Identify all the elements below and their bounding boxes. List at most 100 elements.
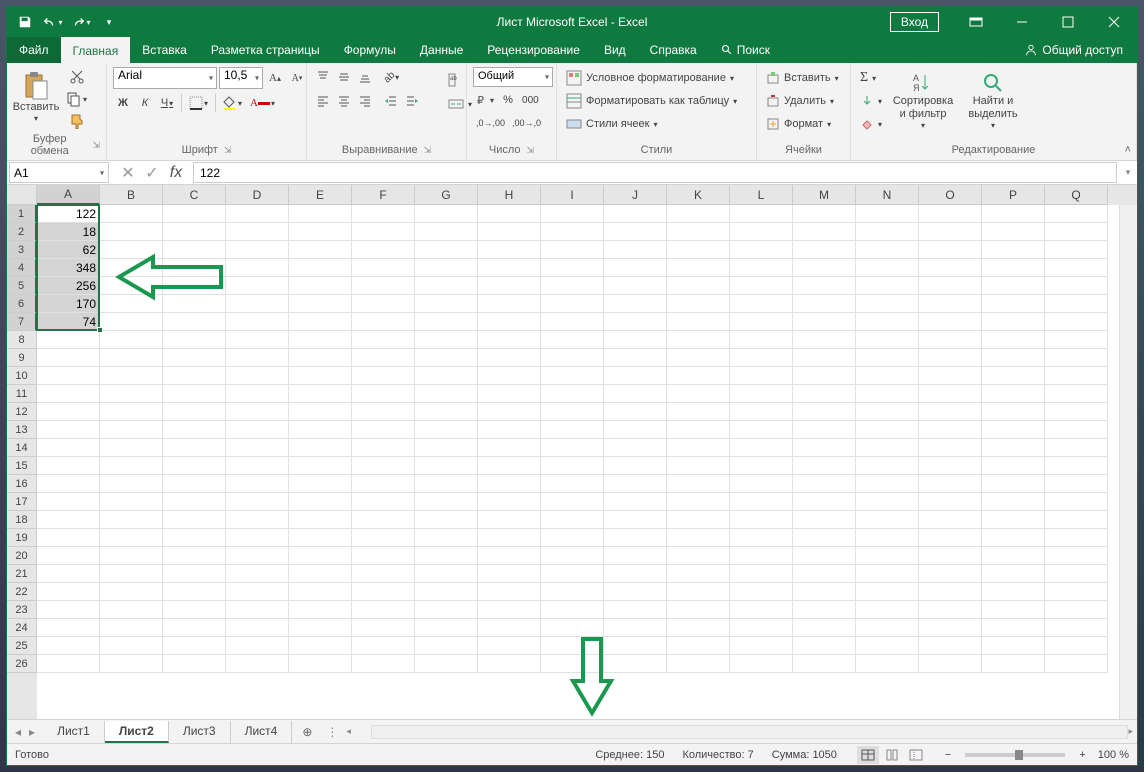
- select-all-corner[interactable]: [7, 185, 37, 205]
- cell-M11[interactable]: [793, 385, 856, 403]
- cell-O6[interactable]: [919, 295, 982, 313]
- cell-I4[interactable]: [541, 259, 604, 277]
- cell-A3[interactable]: 62: [37, 241, 100, 259]
- format-cells-button[interactable]: Формат▾: [763, 113, 834, 135]
- column-header-M[interactable]: M: [793, 185, 856, 205]
- enter-formula-button[interactable]: ✓: [141, 163, 163, 183]
- cell-M5[interactable]: [793, 277, 856, 295]
- cell-N18[interactable]: [856, 511, 919, 529]
- cell-C9[interactable]: [163, 349, 226, 367]
- cell-G6[interactable]: [415, 295, 478, 313]
- cell-D21[interactable]: [226, 565, 289, 583]
- cell-O4[interactable]: [919, 259, 982, 277]
- cell-P23[interactable]: [982, 601, 1045, 619]
- cell-A23[interactable]: [37, 601, 100, 619]
- cell-M4[interactable]: [793, 259, 856, 277]
- cell-N8[interactable]: [856, 331, 919, 349]
- cell-A15[interactable]: [37, 457, 100, 475]
- cell-A8[interactable]: [37, 331, 100, 349]
- cell-I19[interactable]: [541, 529, 604, 547]
- cell-F21[interactable]: [352, 565, 415, 583]
- cell-B20[interactable]: [100, 547, 163, 565]
- minimize-button[interactable]: [999, 7, 1045, 37]
- cell-F10[interactable]: [352, 367, 415, 385]
- cell-N5[interactable]: [856, 277, 919, 295]
- tab-search[interactable]: Поиск: [709, 37, 782, 63]
- tab-view[interactable]: Вид: [592, 37, 638, 63]
- cell-N7[interactable]: [856, 313, 919, 331]
- cell-I12[interactable]: [541, 403, 604, 421]
- cell-P1[interactable]: [982, 205, 1045, 223]
- cell-L26[interactable]: [730, 655, 793, 673]
- zoom-in-button[interactable]: +: [1073, 749, 1091, 761]
- cell-O16[interactable]: [919, 475, 982, 493]
- cell-L9[interactable]: [730, 349, 793, 367]
- delete-cells-button[interactable]: Удалить▾: [763, 90, 837, 112]
- cell-A24[interactable]: [37, 619, 100, 637]
- cell-N25[interactable]: [856, 637, 919, 655]
- cell-B9[interactable]: [100, 349, 163, 367]
- cell-J10[interactable]: [604, 367, 667, 385]
- cell-E25[interactable]: [289, 637, 352, 655]
- bold-button[interactable]: Ж: [113, 93, 133, 113]
- cell-K7[interactable]: [667, 313, 730, 331]
- percent-button[interactable]: %: [498, 90, 518, 110]
- cell-B2[interactable]: [100, 223, 163, 241]
- cell-G17[interactable]: [415, 493, 478, 511]
- cell-Q4[interactable]: [1045, 259, 1108, 277]
- tab-help[interactable]: Справка: [638, 37, 709, 63]
- zoom-out-button[interactable]: −: [939, 749, 957, 761]
- font-name-select[interactable]: Arial▾: [113, 67, 217, 89]
- borders-button[interactable]: ▾: [186, 93, 211, 113]
- cell-P3[interactable]: [982, 241, 1045, 259]
- cell-M2[interactable]: [793, 223, 856, 241]
- cell-H25[interactable]: [478, 637, 541, 655]
- cell-D25[interactable]: [226, 637, 289, 655]
- cell-O25[interactable]: [919, 637, 982, 655]
- row-header-5[interactable]: 5: [7, 277, 37, 295]
- column-header-I[interactable]: I: [541, 185, 604, 205]
- cell-A7[interactable]: 74: [37, 313, 100, 331]
- cell-E23[interactable]: [289, 601, 352, 619]
- row-header-11[interactable]: 11: [7, 385, 37, 403]
- comma-button[interactable]: 000: [519, 90, 542, 110]
- cell-O24[interactable]: [919, 619, 982, 637]
- font-color-button[interactable]: A▾: [247, 93, 278, 113]
- cell-M14[interactable]: [793, 439, 856, 457]
- tab-formulas[interactable]: Формулы: [332, 37, 408, 63]
- cell-H19[interactable]: [478, 529, 541, 547]
- cell-J16[interactable]: [604, 475, 667, 493]
- sort-filter-button[interactable]: АЯ Сортировка и фильтр▾: [889, 67, 957, 135]
- cell-F9[interactable]: [352, 349, 415, 367]
- cell-B19[interactable]: [100, 529, 163, 547]
- cell-A4[interactable]: 348: [37, 259, 100, 277]
- cell-B17[interactable]: [100, 493, 163, 511]
- cell-C21[interactable]: [163, 565, 226, 583]
- cell-Q6[interactable]: [1045, 295, 1108, 313]
- cell-Q19[interactable]: [1045, 529, 1108, 547]
- cell-D8[interactable]: [226, 331, 289, 349]
- cell-M20[interactable]: [793, 547, 856, 565]
- cell-Q10[interactable]: [1045, 367, 1108, 385]
- cell-P8[interactable]: [982, 331, 1045, 349]
- scroll-right-button[interactable]: ▸: [1128, 726, 1133, 737]
- cell-D15[interactable]: [226, 457, 289, 475]
- cell-C16[interactable]: [163, 475, 226, 493]
- cell-O19[interactable]: [919, 529, 982, 547]
- cell-F26[interactable]: [352, 655, 415, 673]
- cell-J20[interactable]: [604, 547, 667, 565]
- cell-Q7[interactable]: [1045, 313, 1108, 331]
- cell-A9[interactable]: [37, 349, 100, 367]
- column-header-G[interactable]: G: [415, 185, 478, 205]
- cell-A21[interactable]: [37, 565, 100, 583]
- cell-N16[interactable]: [856, 475, 919, 493]
- cell-B26[interactable]: [100, 655, 163, 673]
- cell-P15[interactable]: [982, 457, 1045, 475]
- cell-Q2[interactable]: [1045, 223, 1108, 241]
- cell-Q21[interactable]: [1045, 565, 1108, 583]
- cell-C2[interactable]: [163, 223, 226, 241]
- format-as-table-button[interactable]: Форматировать как таблицу▾: [563, 90, 740, 112]
- cell-Q22[interactable]: [1045, 583, 1108, 601]
- cell-L23[interactable]: [730, 601, 793, 619]
- cell-F18[interactable]: [352, 511, 415, 529]
